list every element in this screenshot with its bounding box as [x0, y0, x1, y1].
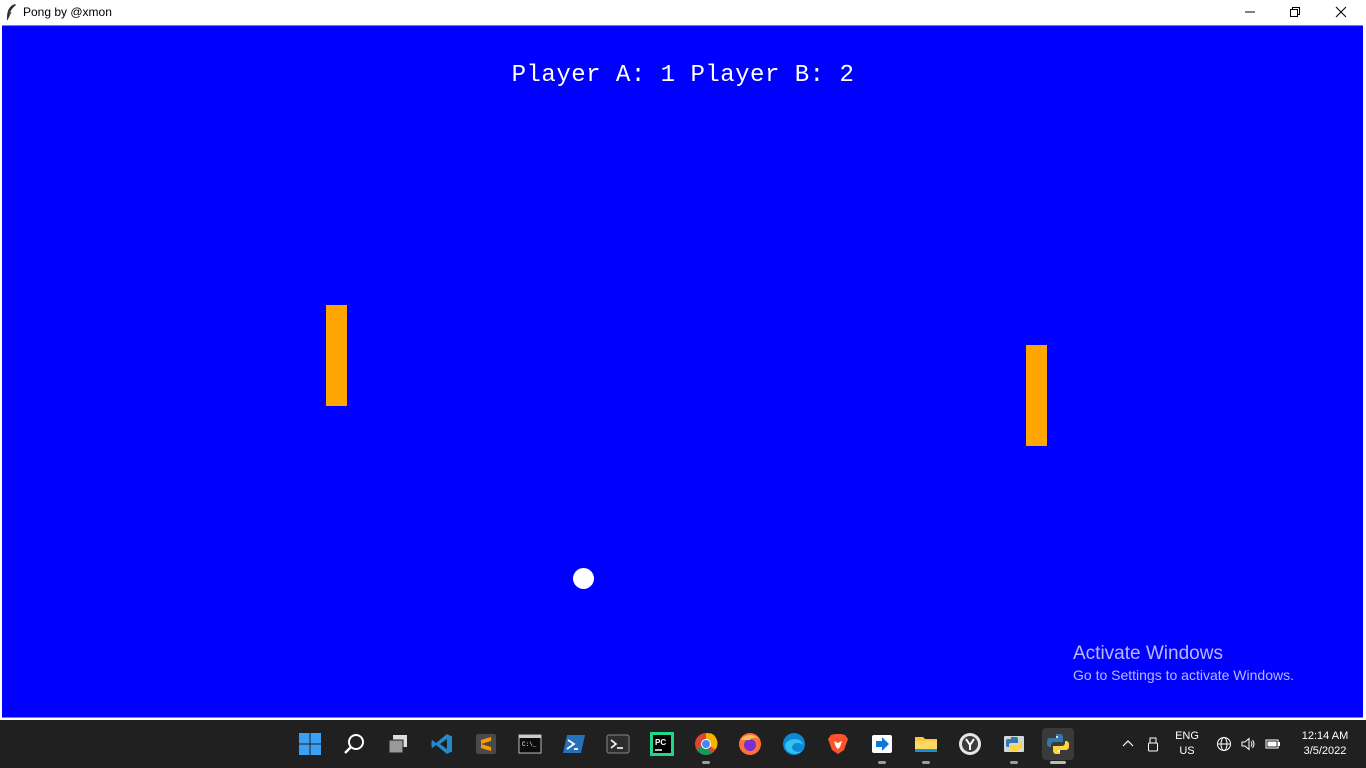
- task-view-button[interactable]: [382, 728, 414, 760]
- powershell-app[interactable]: [558, 728, 590, 760]
- network-button[interactable]: [1216, 720, 1232, 768]
- show-hidden-icons-button[interactable]: [1120, 720, 1136, 768]
- title-bar: Pong by @xmon: [0, 0, 1366, 24]
- start-button[interactable]: [294, 728, 326, 760]
- python-idle-app[interactable]: [998, 728, 1030, 764]
- clock[interactable]: 12:14 AM 3/5/2022: [1290, 729, 1360, 759]
- minimize-button[interactable]: [1227, 0, 1273, 24]
- yandex-icon: [959, 733, 981, 755]
- firefox-app[interactable]: [734, 728, 766, 760]
- pycharm-icon: PC: [650, 732, 674, 756]
- sublime-text-icon: [476, 734, 496, 754]
- restore-icon: [1290, 7, 1300, 17]
- remote-app[interactable]: [866, 728, 898, 764]
- usb-drive-icon: [1148, 737, 1158, 752]
- remote-icon: [872, 735, 892, 753]
- minimize-icon: [1245, 11, 1255, 13]
- svg-text:PC: PC: [655, 738, 666, 747]
- sublime-text-app[interactable]: [470, 728, 502, 760]
- speaker-icon: [1241, 737, 1255, 751]
- score-display: Player A: 1 Player B: 2: [0, 62, 1366, 89]
- brave-icon: [828, 734, 848, 754]
- clock-date: 3/5/2022: [1303, 745, 1347, 757]
- window-title: Pong by @xmon: [23, 5, 112, 19]
- svg-text:C:\_: C:\_: [522, 741, 537, 748]
- edge-icon: [783, 733, 805, 755]
- running-indicator: [922, 761, 930, 764]
- chrome-app[interactable]: [690, 728, 722, 764]
- command-prompt-app[interactable]: C:\_: [514, 728, 546, 760]
- language-code: ENG: [1175, 730, 1199, 742]
- windows-logo-icon: [299, 733, 321, 755]
- active-indicator: [1050, 761, 1066, 764]
- vscode-app[interactable]: [426, 728, 458, 760]
- pycharm-app[interactable]: PC: [646, 728, 678, 760]
- activate-windows-watermark: Activate Windows Go to Settings to activ…: [1073, 643, 1294, 684]
- feather-icon: [4, 3, 18, 21]
- running-indicator: [1010, 761, 1018, 764]
- paddle-a: [326, 305, 347, 406]
- terminal-app[interactable]: [602, 728, 634, 760]
- terminal-icon: [606, 734, 630, 754]
- battery-button[interactable]: [1265, 720, 1281, 768]
- search-icon: [344, 734, 364, 754]
- restore-button[interactable]: [1272, 0, 1318, 24]
- close-icon: [1335, 6, 1347, 18]
- volume-button[interactable]: [1240, 720, 1256, 768]
- watermark-title: Activate Windows: [1073, 643, 1223, 664]
- folder-icon: [915, 737, 937, 752]
- language-region: US: [1179, 745, 1195, 757]
- brave-app[interactable]: [822, 728, 854, 760]
- paddle-b: [1026, 345, 1047, 446]
- firefox-icon: [739, 733, 761, 755]
- python-app[interactable]: [1042, 728, 1074, 764]
- usb-tray-button[interactable]: [1145, 720, 1161, 768]
- input-language-indicator[interactable]: ENG US: [1168, 729, 1206, 759]
- powershell-icon: [563, 735, 585, 753]
- battery-charging-icon: [1265, 739, 1280, 749]
- search-button[interactable]: [338, 728, 370, 760]
- ball: [573, 568, 594, 589]
- close-button[interactable]: [1318, 0, 1364, 24]
- task-view-icon: [388, 735, 407, 754]
- running-indicator: [878, 761, 886, 764]
- clock-time: 12:14 AM: [1301, 730, 1349, 742]
- edge-app[interactable]: [778, 728, 810, 760]
- yandex-app[interactable]: [954, 728, 986, 760]
- score-text: Player A: 1 Player B: 2: [511, 62, 855, 89]
- running-indicator: [702, 761, 710, 764]
- python-idle-icon: [1004, 736, 1024, 752]
- globe-icon: [1217, 737, 1231, 751]
- chevron-up-icon: [1122, 740, 1134, 747]
- taskbar: C:\_ PC ENG US 12:14 AM 3/5/2022: [0, 720, 1366, 768]
- vscode-icon: [431, 734, 452, 754]
- python-icon: [1047, 734, 1069, 754]
- chrome-icon: [695, 733, 718, 755]
- game-canvas[interactable]: [2, 25, 1363, 718]
- cmd-icon: C:\_: [518, 734, 542, 754]
- watermark-subtitle: Go to Settings to activate Windows.: [1073, 667, 1294, 683]
- file-explorer-app[interactable]: [910, 728, 942, 764]
